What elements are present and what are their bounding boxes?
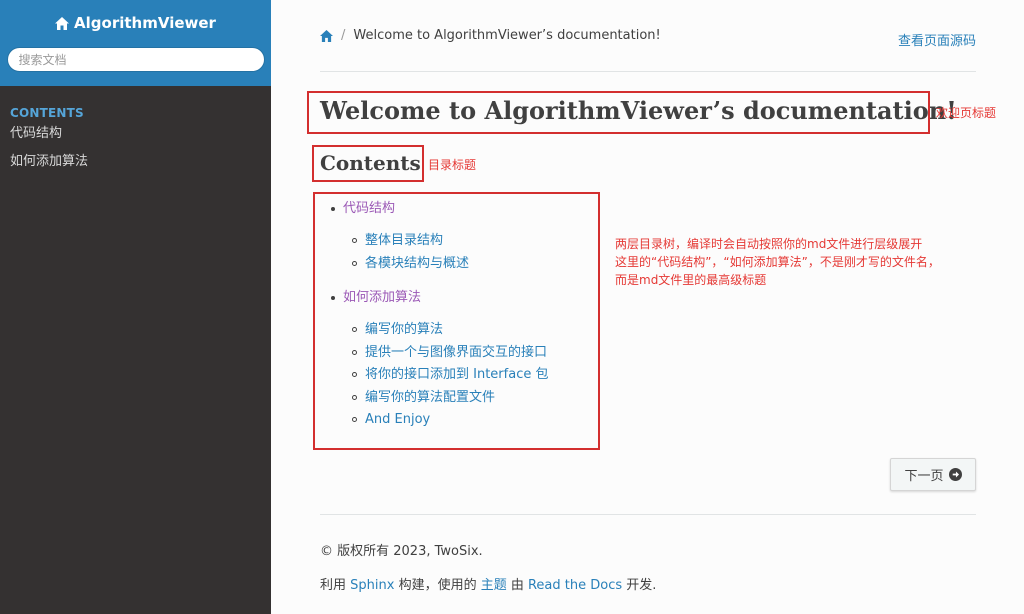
sidebar-caption: CONTENTS	[10, 106, 84, 120]
annotation-box-title	[307, 91, 930, 134]
annotation-toc-note: 两层目录树，编译时会自动按照你的md文件进行层级展开 这里的“代码结构”，“如何…	[615, 237, 940, 287]
read-the-docs-link[interactable]: Read the Docs	[528, 578, 622, 593]
arrow-circle-right-icon	[948, 468, 962, 481]
sphinx-link[interactable]: Sphinx	[350, 578, 394, 593]
sidebar-item-code-structure[interactable]: 代码结构	[0, 120, 271, 148]
annotation-box-contents	[312, 145, 424, 182]
annotation-title-note: 欢迎页标题	[936, 106, 997, 120]
next-page-label: 下一页	[904, 469, 944, 484]
sidebar: AlgorithmViewer CONTENTS 代码结构 如何添加算法	[0, 0, 271, 614]
brand-link[interactable]: AlgorithmViewer	[55, 12, 216, 34]
breadcrumb-current: Welcome to AlgorithmViewer’s documentati…	[353, 28, 661, 43]
brand-name: AlgorithmViewer	[74, 14, 216, 32]
search-input[interactable]	[6, 47, 265, 72]
home-icon[interactable]	[320, 29, 333, 42]
breadcrumb-separator: /	[341, 28, 346, 43]
home-icon	[55, 16, 70, 30]
sidebar-header: AlgorithmViewer	[0, 0, 271, 86]
sidebar-item-add-algorithm[interactable]: 如何添加算法	[0, 148, 271, 176]
breadcrumb: / Welcome to AlgorithmViewer’s documenta…	[320, 28, 661, 43]
next-page-button[interactable]: 下一页	[890, 458, 976, 491]
theme-link[interactable]: 主题	[481, 578, 507, 593]
annotation-box-toc	[313, 192, 600, 450]
annotation-contents-note: 目录标题	[428, 158, 477, 172]
view-source-link[interactable]: 查看页面源码	[898, 30, 976, 49]
divider	[320, 71, 976, 72]
copyright-text: © 版权所有 2023, TwoSix.	[320, 544, 483, 559]
built-with-text: 利用 Sphinx 构建，使用的 主题 由 Read the Docs 开发.	[320, 578, 657, 593]
divider	[320, 514, 976, 515]
